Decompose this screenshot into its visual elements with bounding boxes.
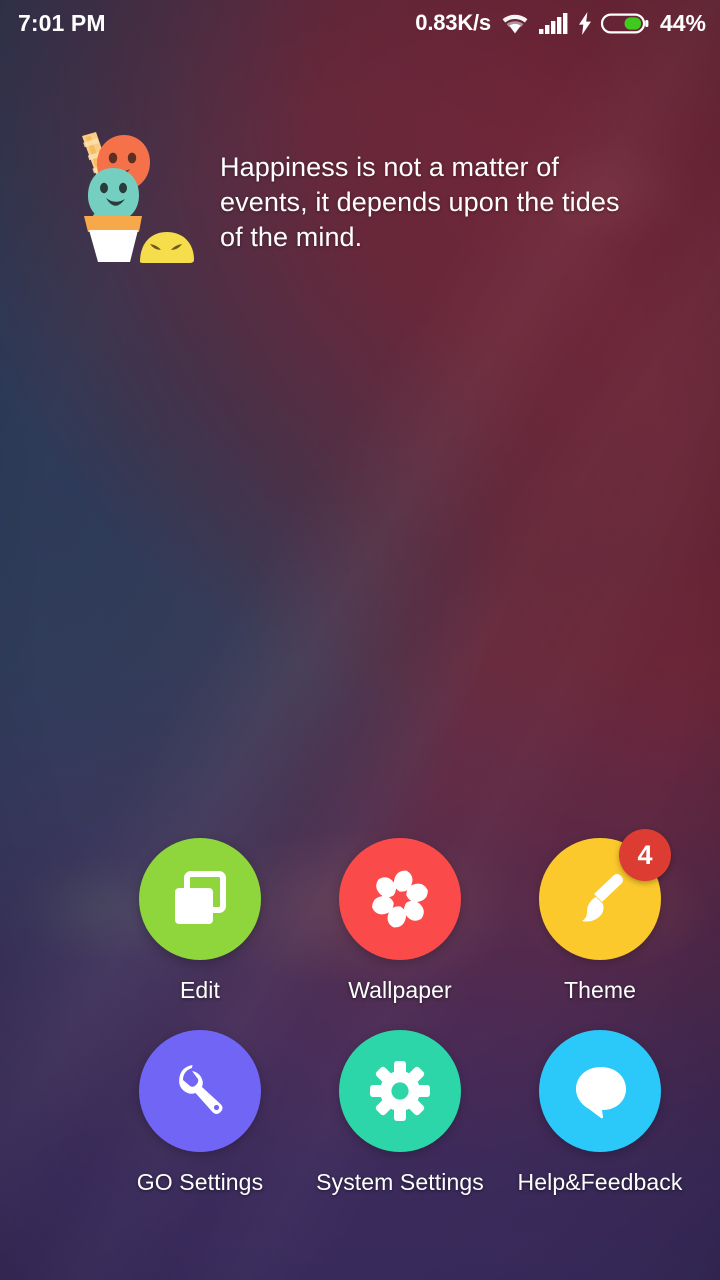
charging-bolt-icon — [578, 11, 591, 35]
app-label-wallpaper: Wallpaper — [348, 977, 452, 1003]
app-item-edit[interactable]: Edit — [100, 838, 300, 1004]
edit-icon-circle[interactable] — [139, 838, 261, 960]
signal-bars-icon — [538, 12, 568, 34]
theme-badge: 4 — [619, 829, 671, 881]
wrench-icon — [179, 1065, 223, 1114]
cone-rim-icon — [84, 216, 142, 232]
theme-badge-count: 4 — [637, 839, 653, 870]
app-label-go-settings: GO Settings — [136, 1169, 264, 1195]
battery-percent-text: 44% — [659, 9, 706, 36]
wifi-icon — [502, 14, 528, 33]
help-feedback-icon-wrap[interactable] — [539, 1030, 661, 1152]
quote-text: Happiness is not a matter of events, it … — [220, 152, 620, 252]
quote-widget[interactable]: Happiness is not a matter of events, it … — [0, 128, 720, 273]
app-item-help-feedback[interactable]: Help&Feedback — [500, 1030, 700, 1196]
home-screen: 7:01 PM 0.83K/s 44% Happiness is not a m… — [0, 0, 720, 1280]
go-settings-icon-circle[interactable] — [139, 1030, 261, 1152]
ice-cream-cup-icon — [89, 230, 138, 262]
wallpaper-icon-wrap[interactable] — [339, 838, 461, 960]
system-settings-icon-wrap[interactable] — [339, 1030, 461, 1152]
go-settings-icon-wrap[interactable] — [139, 1030, 261, 1152]
app-grid-row-1: Edit Wallpaper 4 Theme — [0, 829, 720, 1004]
battery-icon — [600, 13, 649, 33]
app-label-edit: Edit — [179, 977, 221, 1003]
gear-icon — [370, 1061, 430, 1121]
network-speed-text: 0.83K/s — [415, 10, 491, 35]
app-item-wallpaper[interactable]: Wallpaper — [300, 838, 500, 1004]
app-item-system-settings[interactable]: System Settings — [300, 1030, 500, 1196]
app-label-theme: Theme — [563, 977, 637, 1003]
app-grid-row-2: GO Settings System Settings Help&Feedbac… — [0, 1030, 720, 1196]
app-item-go-settings[interactable]: GO Settings — [100, 1030, 300, 1196]
ice-cream-characters-illustration — [72, 128, 200, 264]
edit-icon-wrap[interactable] — [139, 838, 261, 960]
status-clock: 7:01 PM — [18, 9, 106, 36]
app-label-help-feedback: Help&Feedback — [517, 1169, 683, 1195]
status-bar-right-cluster: 0.83K/s 44% — [415, 10, 706, 37]
yellow-blob-character-icon — [140, 232, 194, 263]
help-feedback-icon-circle[interactable] — [539, 1030, 661, 1152]
wallpaper-icon-circle[interactable] — [339, 838, 461, 960]
flower-petals-icon — [372, 870, 428, 928]
paintbrush-icon — [582, 874, 623, 922]
app-icon-grid: Edit Wallpaper 4 Theme GO Settings Syste… — [0, 829, 720, 1222]
theme-icon-wrap[interactable]: 4 — [539, 829, 671, 960]
app-label-system-settings: System Settings — [316, 1169, 484, 1195]
speech-bubble-icon — [576, 1067, 626, 1119]
app-item-theme[interactable]: 4 Theme — [500, 829, 700, 1004]
copy-squares-icon — [175, 871, 226, 924]
status-bar[interactable]: 7:01 PM 0.83K/s 44% — [0, 0, 720, 46]
system-settings-icon-circle[interactable] — [339, 1030, 461, 1152]
